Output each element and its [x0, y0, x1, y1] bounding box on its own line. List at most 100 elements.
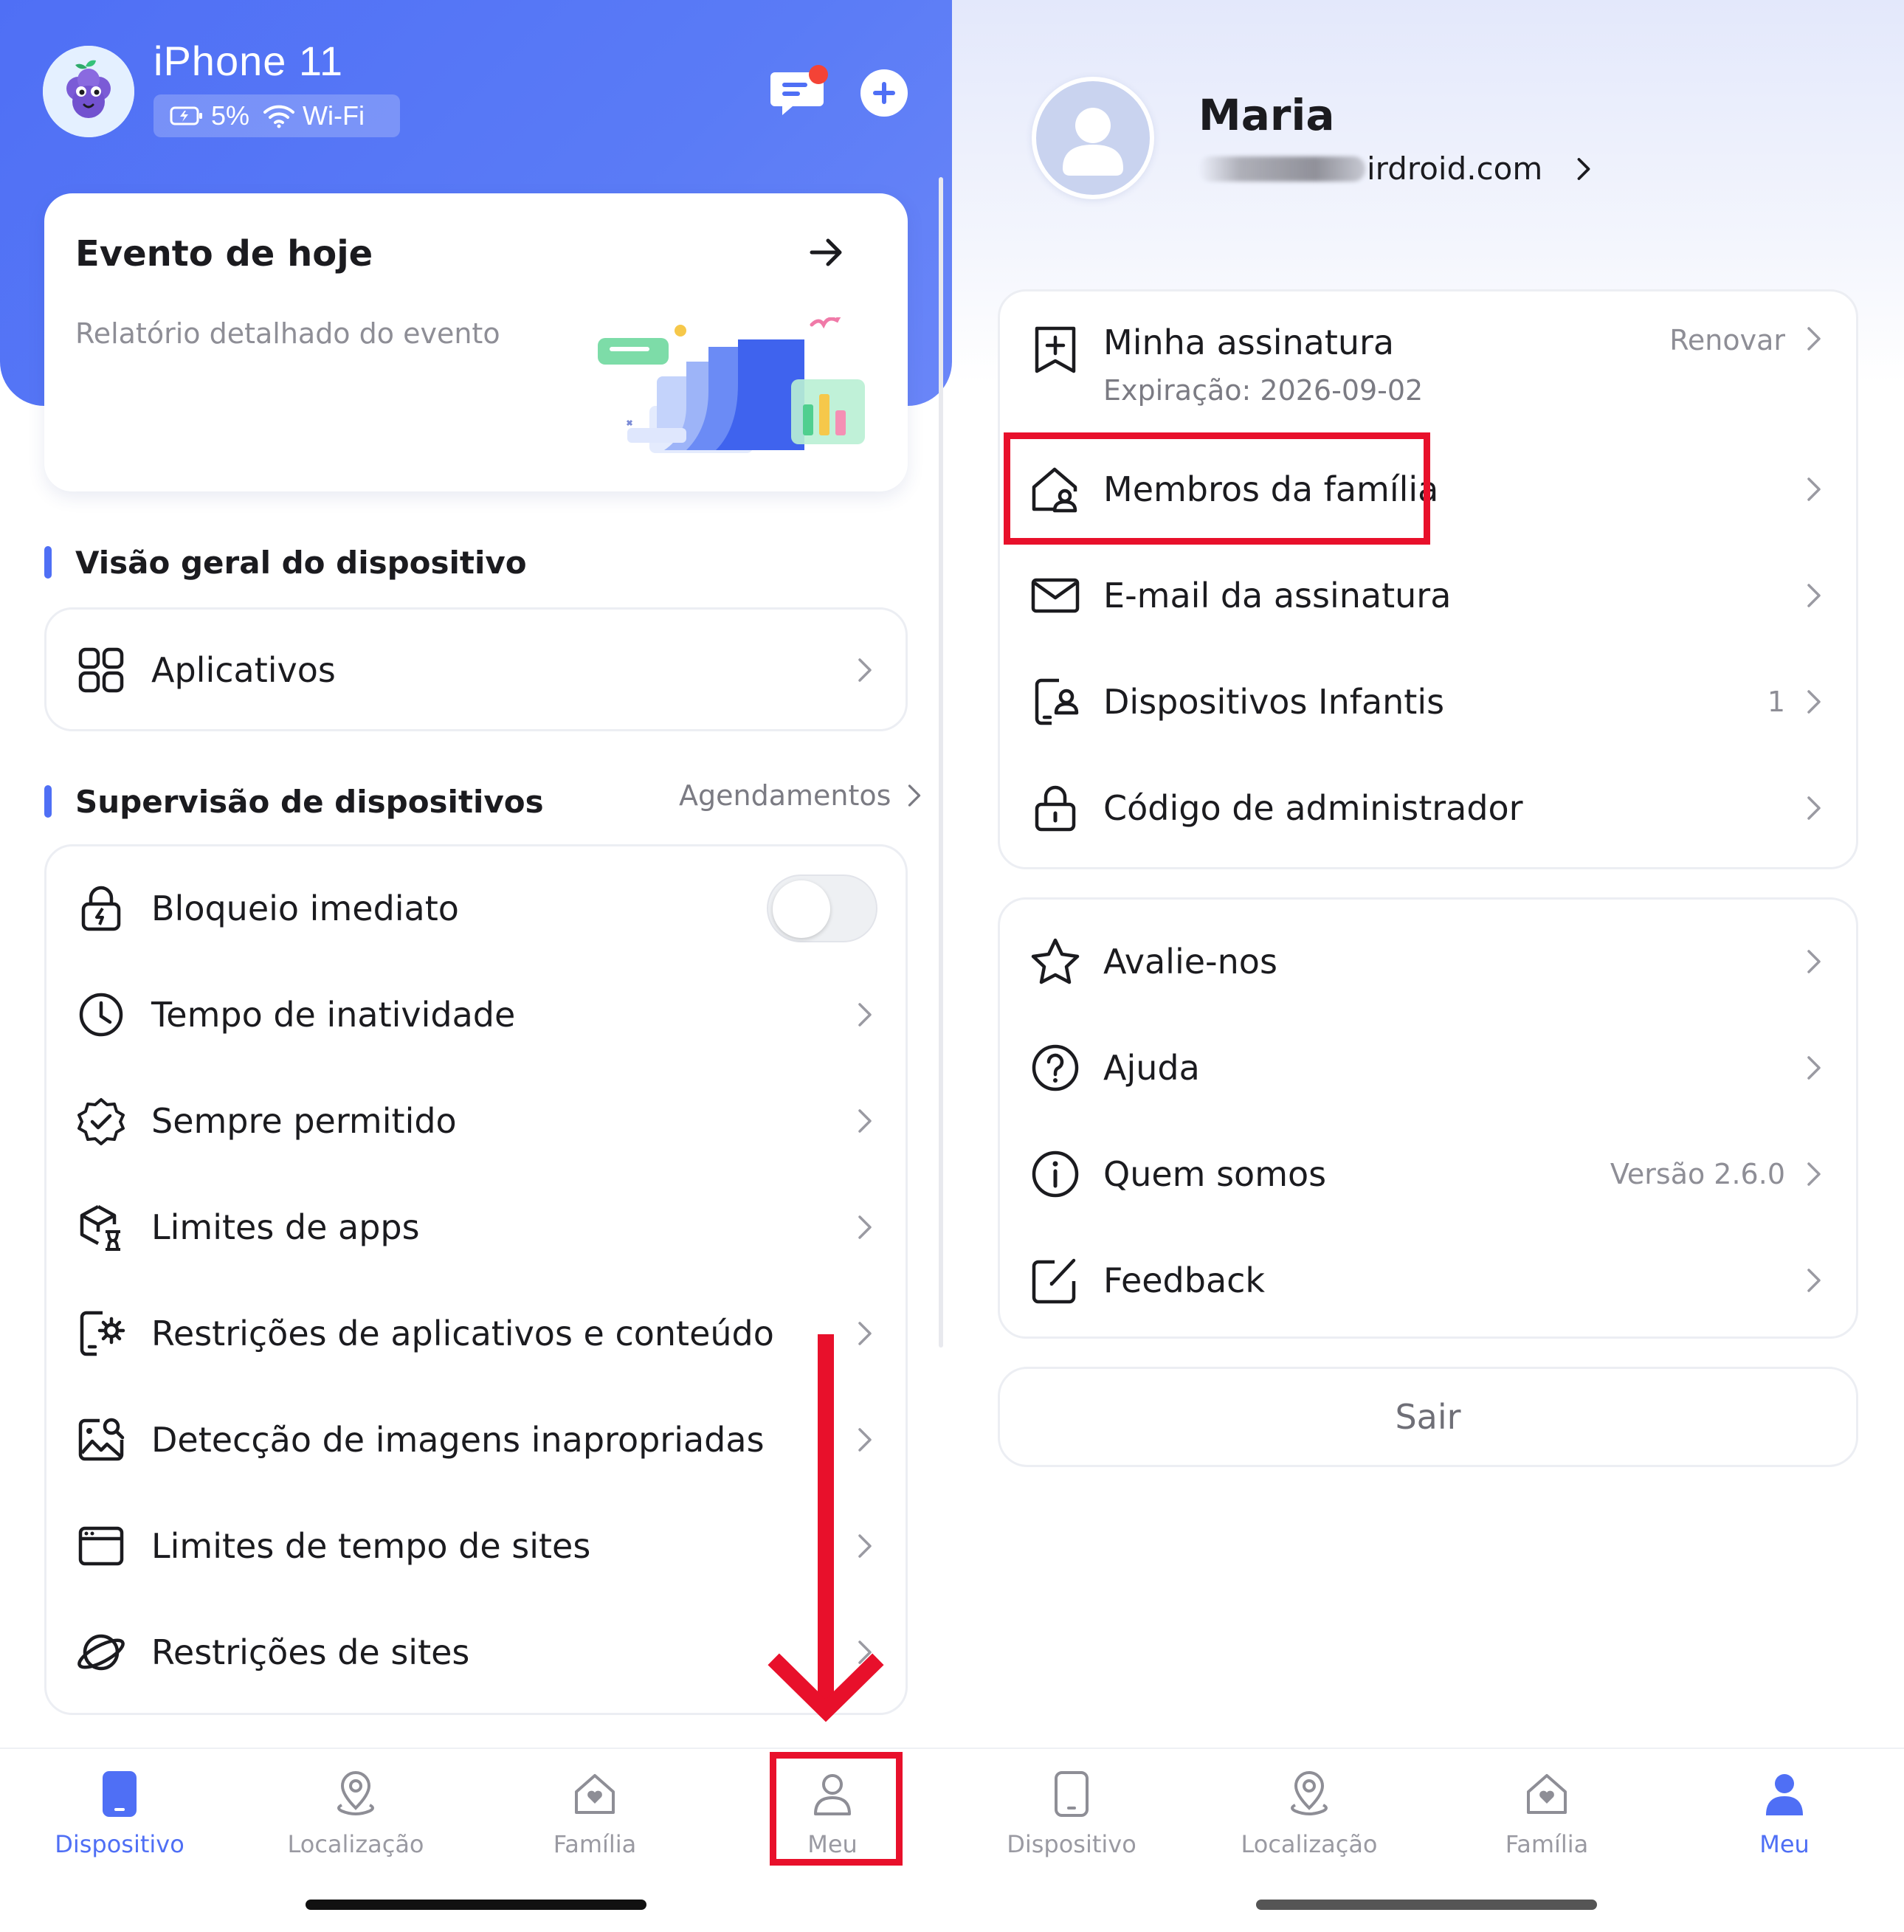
chevron-right-icon [1807, 477, 1821, 501]
app-hourglass-icon [80, 1205, 120, 1251]
instant-lock-row: Bloqueio imediato [46, 855, 906, 962]
highlight-box-me-tab [770, 1752, 903, 1866]
subscription-expiry: Expiração: 2026-09-02 [1103, 374, 1424, 407]
feedback-row[interactable]: Feedback [1000, 1227, 1856, 1334]
location-pin-icon [337, 1771, 374, 1815]
account-card: Minha assinatura Expiração: 2026-09-02 R… [998, 289, 1858, 869]
supervision-item-label: Restrições de aplicativos e conteúdo [151, 1314, 774, 1353]
rate-us-row[interactable]: Avalie-nos [1000, 908, 1856, 1015]
home-indicator[interactable] [1256, 1900, 1597, 1910]
arrow-right-icon [810, 238, 842, 266]
user-name: Maria [1198, 90, 1335, 140]
subscription-email-label: E-mail da assinatura [1103, 576, 1452, 615]
section-accent [44, 785, 52, 818]
rate-us-label: Avalie-nos [1103, 942, 1277, 981]
phone-icon [103, 1771, 137, 1817]
admin-code-label: Código de administrador [1103, 788, 1523, 828]
tab-family[interactable]: Família [1451, 1770, 1643, 1873]
chevron-right-icon [908, 784, 921, 807]
user-email-link[interactable]: irdroid.com [1198, 151, 1594, 187]
tab-label: Dispositivo [1007, 1830, 1136, 1858]
today-event-card[interactable]: Evento de hoje Relatório detalhado do ev… [44, 193, 908, 491]
chevron-right-icon [858, 1003, 872, 1027]
add-device-button[interactable] [860, 69, 908, 117]
phone-icon [1055, 1771, 1089, 1817]
tab-label: Dispositivo [55, 1830, 184, 1858]
tab-label: Localização [1241, 1830, 1378, 1858]
tab-location[interactable]: Localização [1213, 1770, 1405, 1873]
tab-me[interactable]: Meu [1689, 1770, 1880, 1873]
house-heart-icon [1527, 1774, 1567, 1814]
device-status: 5% Wi-Fi [154, 94, 400, 137]
network-type: Wi-Fi [303, 100, 365, 131]
grid-apps-icon [78, 647, 124, 693]
device-gear-icon [80, 1311, 125, 1356]
event-title: Evento de hoje [75, 233, 373, 275]
person-icon [1766, 1774, 1803, 1815]
scrollbar[interactable] [939, 177, 943, 1348]
edit-icon [1032, 1258, 1076, 1304]
user-email: irdroid.com [1367, 151, 1543, 187]
chevron-right-icon [1807, 327, 1821, 351]
tab-location[interactable]: Localização [260, 1770, 452, 1873]
logout-button[interactable]: Sair [998, 1367, 1858, 1467]
always-allowed-row[interactable]: Sempre permitido [46, 1068, 906, 1174]
plus-icon [873, 82, 895, 104]
supervision-item-label: Detecção de imagens inapropriadas [151, 1420, 765, 1460]
help-label: Ajuda [1103, 1048, 1200, 1088]
instant-lock-toggle[interactable] [767, 874, 877, 942]
tab-label: Meu [1759, 1830, 1810, 1858]
planet-icon [77, 1634, 125, 1671]
star-icon [1031, 938, 1080, 984]
tab-family[interactable]: Família [499, 1770, 691, 1873]
chevron-right-icon [858, 1109, 872, 1133]
device-overview-section: Visão geral do dispositivo [44, 544, 527, 581]
apps-row[interactable]: Aplicativos [46, 617, 906, 723]
mail-icon [1031, 578, 1080, 613]
battery-level: 5% [211, 100, 250, 131]
grape-mascot-icon [43, 46, 134, 137]
misc-card: Avalie-nos Ajuda Quem somos Versão 2.6.0 [998, 897, 1858, 1339]
apps-label: Aplicativos [151, 650, 336, 690]
app-limits-row[interactable]: Limites de apps [46, 1174, 906, 1280]
child-devices-label: Dispositivos Infantis [1103, 682, 1445, 722]
section-title: Supervisão de dispositivos [75, 783, 544, 820]
badge-check-icon [77, 1098, 125, 1145]
house-heart-icon [575, 1774, 615, 1814]
about-us-row[interactable]: Quem somos Versão 2.6.0 [1000, 1121, 1856, 1227]
email-redaction [1198, 156, 1365, 182]
help-row[interactable]: Ajuda [1000, 1015, 1856, 1121]
device-avatar[interactable] [43, 46, 134, 137]
battery-charging-icon [170, 106, 202, 125]
downtime-row[interactable]: Tempo de inatividade [46, 962, 906, 1068]
chevron-right-icon [858, 1215, 872, 1239]
admin-code-row[interactable]: Código de administrador [1000, 755, 1856, 861]
tab-device[interactable]: Dispositivo [24, 1770, 215, 1873]
question-icon [1032, 1044, 1079, 1091]
subscription-email-row[interactable]: E-mail da assinatura [1000, 542, 1856, 649]
subscription-label: Minha assinatura [1103, 322, 1395, 362]
chevron-right-icon [1807, 690, 1821, 714]
home-indicator[interactable] [306, 1900, 646, 1910]
supervision-item-label: Limites de tempo de sites [151, 1526, 591, 1566]
device-name: iPhone 11 [154, 38, 344, 84]
tab-label: Família [553, 1830, 637, 1858]
event-subtitle: Relatório detalhado do evento [75, 317, 500, 350]
subscription-row[interactable]: Minha assinatura Expiração: 2026-09-02 R… [1000, 291, 1856, 436]
apps-card[interactable]: Aplicativos [44, 607, 908, 731]
renew-link[interactable]: Renovar [1669, 324, 1785, 356]
supervision-item-label: Tempo de inatividade [151, 995, 516, 1035]
section-accent [44, 546, 52, 579]
section-title: Visão geral do dispositivo [75, 544, 527, 581]
child-devices-row[interactable]: Dispositivos Infantis 1 [1000, 649, 1856, 755]
padlock-icon [1035, 785, 1076, 832]
schedules-label: Agendamentos [679, 779, 891, 812]
user-avatar[interactable] [1032, 77, 1154, 199]
feedback-label: Feedback [1103, 1260, 1266, 1300]
tab-device[interactable]: Dispositivo [976, 1770, 1167, 1873]
chevron-right-icon [1807, 796, 1821, 820]
browser-window-icon [78, 1526, 124, 1566]
supervision-item-label: Sempre permitido [151, 1101, 457, 1141]
schedules-link[interactable]: Agendamentos [679, 779, 925, 812]
supervision-item-label: Bloqueio imediato [151, 889, 459, 928]
